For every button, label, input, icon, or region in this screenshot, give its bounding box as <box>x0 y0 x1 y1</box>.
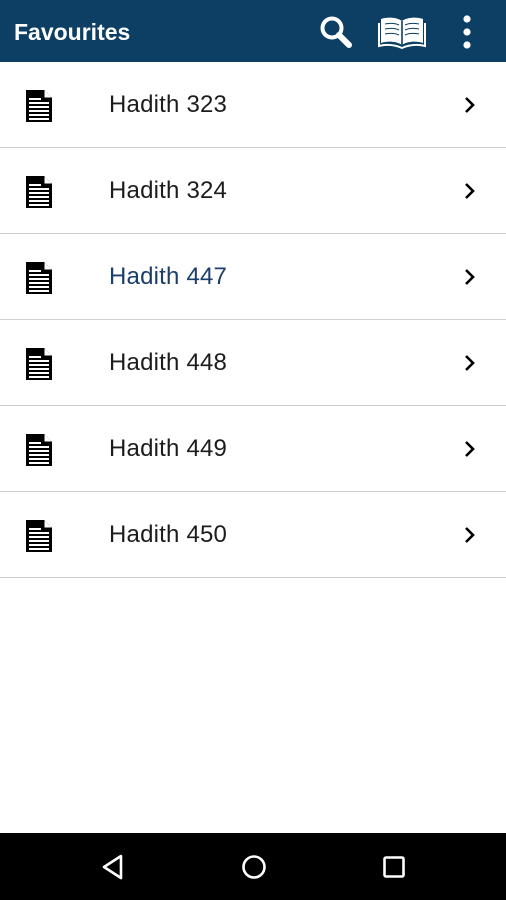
more-options-button[interactable] <box>450 10 484 54</box>
home-circle-icon <box>242 855 266 879</box>
back-button[interactable] <box>83 843 143 891</box>
chevron-right-icon <box>465 441 475 457</box>
favourites-screen: Favourites Hadith 323 Hadith 324 Hadith … <box>0 0 506 900</box>
list-item-label: Hadith 323 <box>109 91 228 118</box>
list-item-label: Hadith 449 <box>109 435 228 462</box>
recents-square-icon <box>383 856 405 878</box>
more-vertical-icon <box>463 15 471 49</box>
chevron-right-icon <box>465 97 475 113</box>
list-item[interactable]: Hadith 323 <box>0 62 506 148</box>
chevron-right-icon <box>465 269 475 285</box>
document-icon <box>26 520 52 552</box>
favourites-list: Hadith 323 Hadith 324 Hadith 447 Hadith … <box>0 62 506 578</box>
list-item-label: Hadith 324 <box>109 177 228 204</box>
list-item-label: Hadith 450 <box>109 521 228 548</box>
list-item-label: Hadith 448 <box>109 349 228 376</box>
open-book-icon <box>378 17 426 49</box>
recents-button[interactable] <box>364 843 424 891</box>
app-bar: Favourites <box>0 0 506 62</box>
list-item[interactable]: Hadith 324 <box>0 148 506 234</box>
list-item[interactable]: Hadith 448 <box>0 320 506 406</box>
list-item-label: Hadith 447 <box>109 263 228 290</box>
search-button[interactable] <box>314 10 358 54</box>
system-navigation-bar <box>0 833 506 900</box>
document-icon <box>26 176 52 208</box>
list-item[interactable]: Hadith 450 <box>0 492 506 578</box>
search-icon <box>320 16 352 48</box>
document-icon <box>26 348 52 380</box>
list-item[interactable]: Hadith 449 <box>0 406 506 492</box>
chevron-right-icon <box>465 355 475 371</box>
document-icon <box>26 434 52 466</box>
list-item[interactable]: Hadith 447 <box>0 234 506 320</box>
chevron-right-icon <box>465 527 475 543</box>
chevron-right-icon <box>465 183 475 199</box>
document-icon <box>26 90 52 122</box>
document-icon <box>26 262 52 294</box>
book-button[interactable] <box>374 10 430 54</box>
back-triangle-icon <box>102 854 123 880</box>
page-title: Favourites <box>14 19 131 45</box>
home-button[interactable] <box>224 843 284 891</box>
